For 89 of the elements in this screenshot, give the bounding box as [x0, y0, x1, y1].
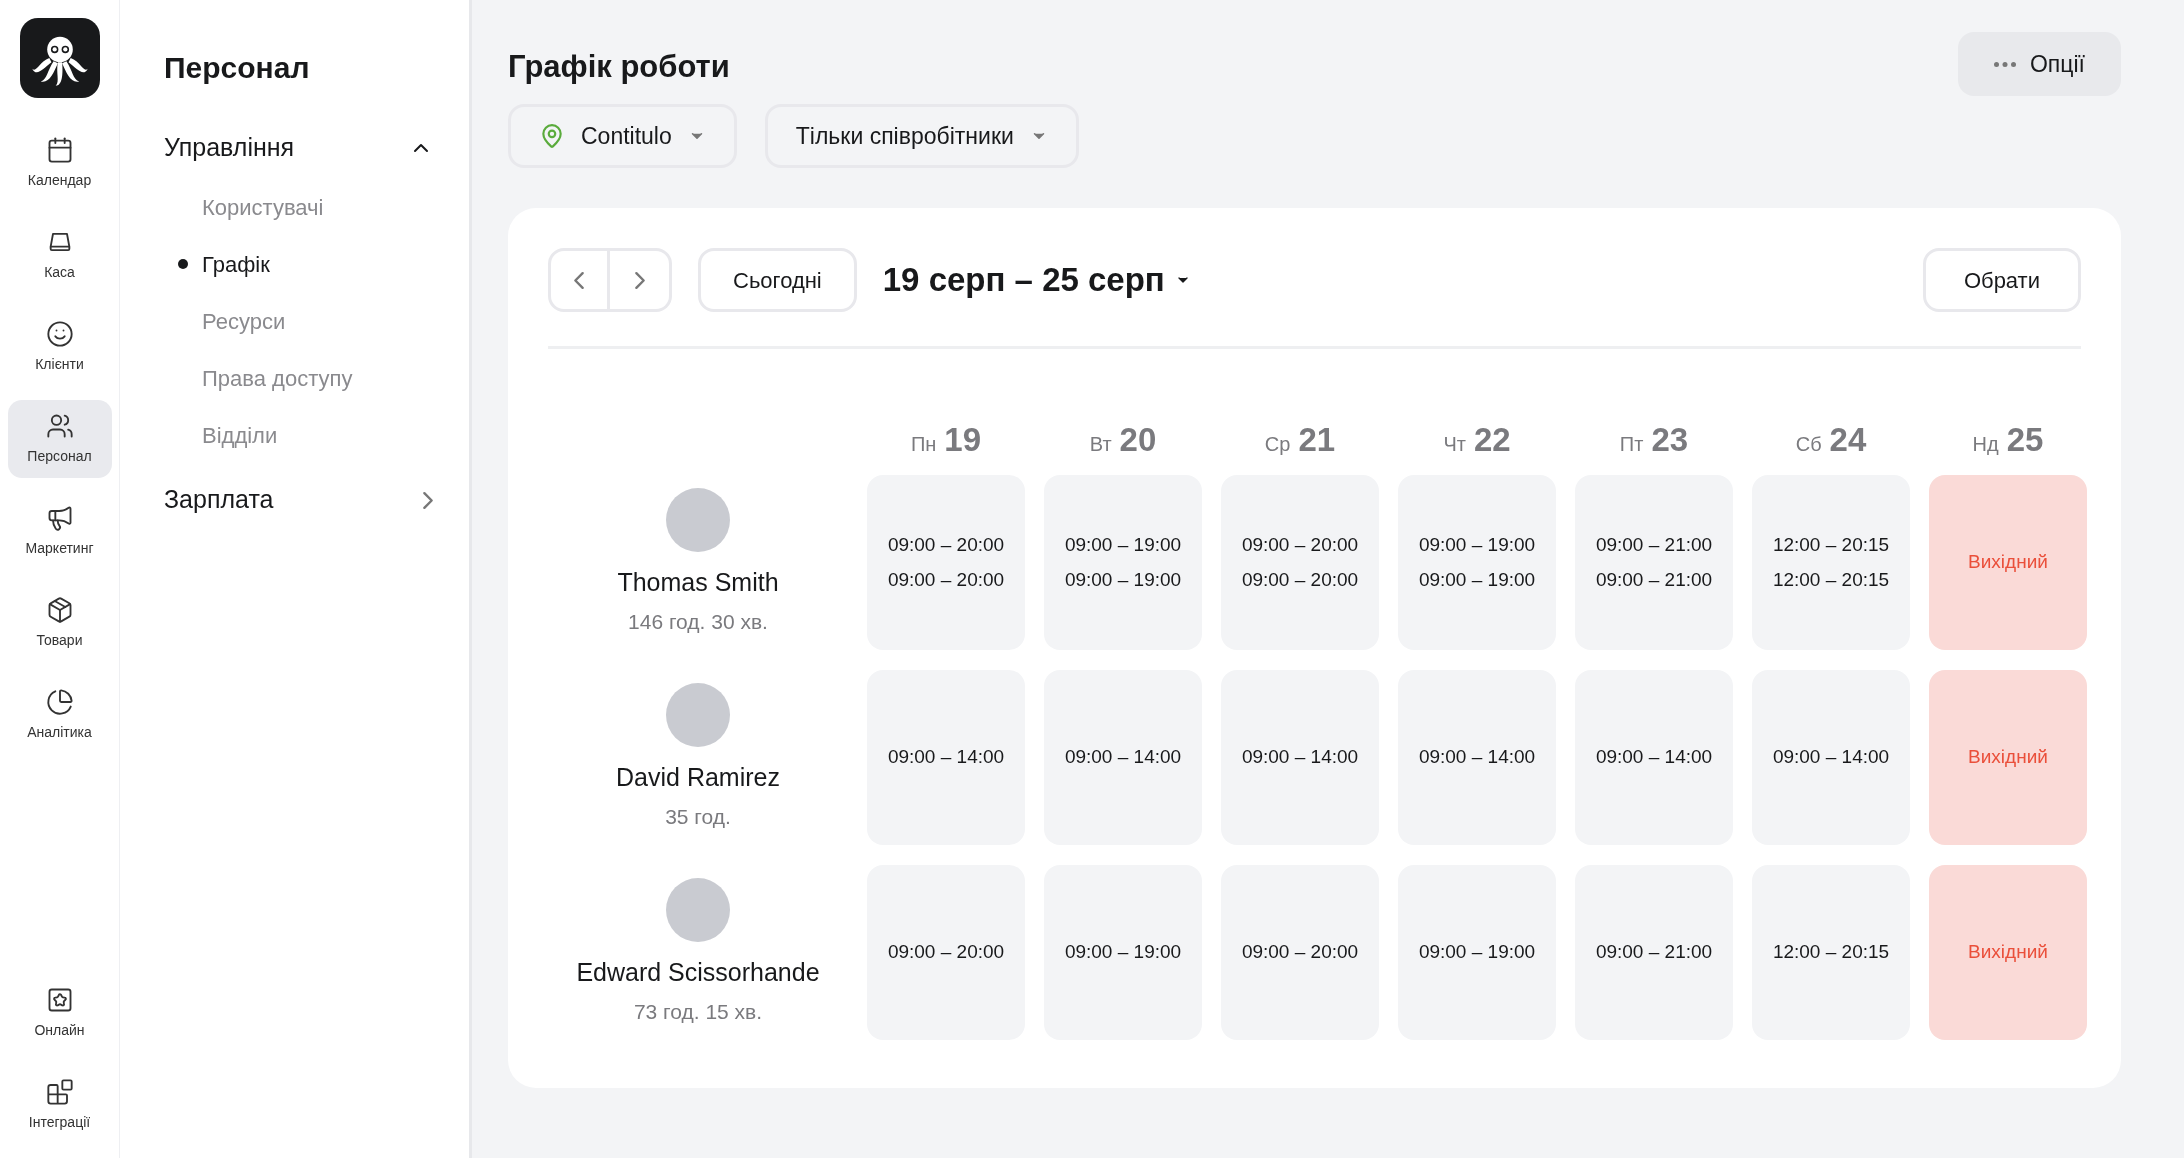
filter-dropdown[interactable]: Contitulo [508, 104, 737, 168]
shift-time: 12:00 – 20:15 [1772, 533, 1890, 557]
shift-cell[interactable]: 09:00 – 19:00 09:00 – 19:00 [1044, 475, 1202, 650]
day-header: Пн 19 [909, 420, 983, 455]
shift-cell[interactable]: 09:00 – 20:00 [1221, 865, 1379, 1040]
shift-cell[interactable]: 09:00 – 20:00 09:00 – 20:00 [1221, 475, 1379, 650]
staff-name: Thomas Smith [617, 567, 779, 598]
day-header: Пт 23 [1618, 420, 1690, 455]
shift-cell[interactable]: 09:00 – 14:00 [1752, 670, 1910, 845]
more-icon [1993, 61, 2016, 67]
shift-time: 09:00 – 14:00 [1595, 745, 1713, 770]
staff-name: Edward Scissorhande [576, 957, 820, 988]
nav-item[interactable]: Календар [7, 124, 112, 202]
shift-time: 12:00 – 20:15 [1772, 940, 1890, 965]
shift-cell[interactable]: 09:00 – 19:00 [1398, 865, 1556, 1040]
shift-time: 09:00 – 19:00 [1418, 940, 1536, 965]
day-off-label: Вихідний [1968, 745, 2048, 770]
shift-time: 09:00 – 14:00 [1241, 745, 1359, 770]
smiley-icon [45, 319, 74, 348]
shift-time: 09:00 – 20:00 [887, 567, 1005, 592]
shift-cell[interactable]: 09:00 – 21:00 [1575, 865, 1733, 1040]
chevron-right-icon [423, 491, 433, 509]
location-pin-icon [539, 123, 565, 149]
options-button[interactable]: Опції [1957, 32, 2121, 96]
pie-chart-icon [45, 687, 74, 716]
nav-item[interactable]: Онлайн [7, 974, 112, 1052]
shift-time: 09:00 – 19:00 [1064, 940, 1182, 965]
shift-cell[interactable]: 09:00 – 20:00 [867, 865, 1025, 1040]
shift-time: 09:00 – 21:00 [1595, 533, 1713, 557]
sidebar-item[interactable]: Графік [202, 247, 270, 281]
shift-cell[interactable]: 09:00 – 14:00 [1221, 670, 1379, 845]
sidebar-title: Персонал [164, 50, 311, 86]
shift-time: 09:00 – 19:00 [1418, 567, 1536, 592]
day-header: Сб 24 [1794, 420, 1868, 455]
shift-cell[interactable]: 09:00 – 20:00 09:00 – 20:00 [867, 475, 1025, 650]
staff-name: David Ramirez [616, 762, 780, 793]
nav-item[interactable]: Каса [7, 216, 112, 294]
shift-time: 09:00 – 20:00 [887, 940, 1005, 965]
bullet-icon [178, 259, 188, 269]
section-header[interactable]: Управління [164, 128, 433, 168]
shift-cell[interactable]: 09:00 – 14:00 [1044, 670, 1202, 845]
nav-item[interactable]: Персонал [7, 400, 112, 478]
shift-time: 09:00 – 14:00 [1064, 745, 1182, 770]
shift-time: 09:00 – 14:00 [887, 745, 1005, 770]
nav-item[interactable]: Інтеграції [7, 1066, 112, 1144]
day-header: Нд 25 [1971, 420, 2045, 455]
shift-cell[interactable]: 09:00 – 14:00 [867, 670, 1025, 845]
shift-cell[interactable]: 09:00 – 19:00 09:00 – 19:00 [1398, 475, 1556, 650]
shift-time: 09:00 – 20:00 [1241, 533, 1359, 557]
shift-cell[interactable]: 09:00 – 14:00 [1398, 670, 1556, 845]
filter-dropdown[interactable]: Тільки співробітники [764, 104, 1079, 168]
shift-cell[interactable]: 09:00 – 14:00 [1575, 670, 1733, 845]
select-button[interactable]: Обрати [1922, 248, 2081, 312]
staff-hours: 146 год. 30 хв. [628, 608, 768, 635]
staff-hours: 35 год. [665, 803, 731, 830]
page-title: Графік роботи [508, 48, 730, 86]
shift-time: 09:00 – 19:00 [1064, 533, 1182, 557]
nav-item[interactable]: Товари [7, 584, 112, 662]
shift-time: 09:00 – 14:00 [1418, 745, 1536, 770]
date-range-dropdown[interactable]: 19 серп – 25 серп [882, 255, 1191, 305]
shift-time: 09:00 – 21:00 [1595, 567, 1713, 592]
shift-time: 09:00 – 19:00 [1418, 533, 1536, 557]
day-off-label: Вихідний [1968, 940, 2048, 965]
chevron-right-icon [634, 271, 645, 289]
shift-cell[interactable]: 09:00 – 19:00 [1044, 865, 1202, 1040]
today-button[interactable]: Сьогодні [698, 248, 857, 312]
nav-item[interactable]: Маркетинг [7, 492, 112, 570]
next-button[interactable] [610, 248, 672, 312]
shift-time: 09:00 – 20:00 [1241, 940, 1359, 965]
chevron-left-icon [574, 271, 584, 289]
shift-time: 12:00 – 20:15 [1772, 567, 1890, 592]
nav-item[interactable]: Клієнти [7, 308, 112, 386]
section-header[interactable]: Зарплата [164, 480, 433, 520]
shift-cell[interactable]: 09:00 – 21:00 09:00 – 21:00 [1575, 475, 1733, 650]
shift-time: 09:00 – 20:00 [1241, 567, 1359, 592]
shift-time: 09:00 – 14:00 [1772, 745, 1890, 770]
day-header: Ср 21 [1263, 420, 1337, 455]
shift-time: 09:00 – 20:00 [887, 533, 1005, 557]
previous-button[interactable] [548, 248, 610, 312]
day-header: Вт 20 [1088, 420, 1158, 455]
staff-hours: 73 год. 15 хв. [633, 998, 763, 1025]
shift-time: 09:00 – 19:00 [1064, 567, 1182, 592]
day-off-label: Вихідний [1968, 550, 2048, 575]
blocks-icon [45, 1077, 74, 1106]
day-header: Чт 22 [1442, 420, 1512, 455]
nav-item[interactable]: Аналітика [7, 676, 112, 754]
shift-time: 09:00 – 21:00 [1595, 940, 1713, 965]
shift-cell[interactable]: 12:00 – 20:15 12:00 – 20:15 [1752, 475, 1910, 650]
shift-cell[interactable]: 12:00 – 20:15 [1752, 865, 1910, 1040]
